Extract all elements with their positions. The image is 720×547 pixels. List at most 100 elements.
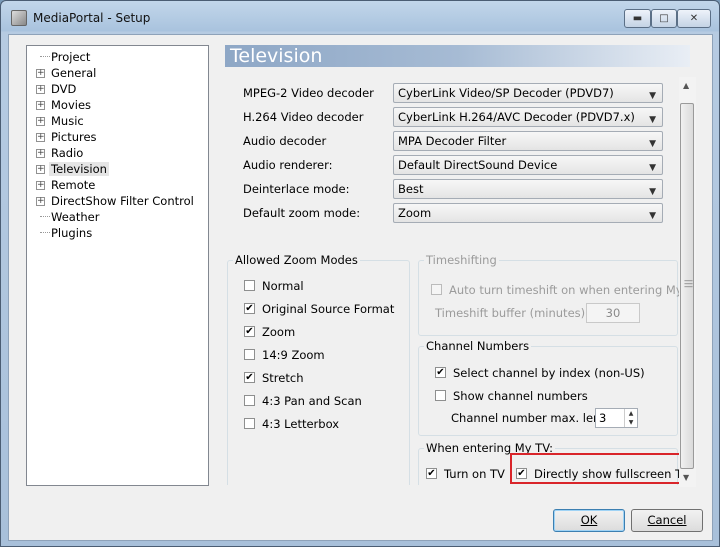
decoder-label: Audio renderer: — [243, 158, 333, 172]
decoder-select-value: CyberLink H.264/AVC Decoder (PDVD7.x) — [398, 110, 635, 124]
decoder-select[interactable]: CyberLink Video/SP Decoder (PDVD7) ▼ — [393, 83, 663, 103]
tree-item[interactable]: + Pictures — [27, 129, 208, 145]
timeshifting-group: Timeshifting Auto turn timeshift on when… — [418, 253, 691, 336]
tree-item[interactable]: Plugins — [27, 225, 208, 241]
tree-item[interactable]: + Remote — [27, 177, 208, 193]
zoom-mode-box — [244, 280, 255, 291]
tree-item-label: Pictures — [51, 130, 97, 144]
tree-item[interactable]: + Movies — [27, 97, 208, 113]
channel-max-length-spinner[interactable]: 3 ▲ ▼ — [595, 408, 638, 428]
section-title: Television — [225, 45, 690, 67]
tree-connector — [40, 232, 50, 233]
tree-item-label: Plugins — [51, 226, 93, 240]
zoom-mode-label: 14:9 Zoom — [262, 348, 325, 362]
dialog-client-area: Project + General + DVD + Movies + Music + Picture… — [8, 34, 713, 541]
minimize-icon: ▬ — [632, 13, 643, 24]
maximize-icon: □ — [659, 13, 669, 24]
window-title: MediaPortal - Setup — [33, 11, 151, 25]
expand-icon[interactable]: + — [36, 165, 45, 174]
tree-item-label: Radio — [51, 146, 84, 160]
chevron-down-icon: ▼ — [649, 139, 656, 149]
expand-icon[interactable]: + — [36, 197, 45, 206]
zoom-mode-box: ✔ — [244, 326, 255, 337]
expand-icon[interactable]: + — [36, 69, 45, 78]
chevron-down-icon: ▼ — [649, 187, 656, 197]
decoder-label: Default zoom mode: — [243, 206, 361, 220]
tree-item[interactable]: + General — [27, 65, 208, 81]
timeshift-buffer-input[interactable]: 30 — [586, 303, 640, 323]
decoder-label: MPEG-2 Video decoder — [243, 86, 374, 100]
expand-icon[interactable]: + — [36, 181, 45, 190]
close-button[interactable]: ✕ — [677, 9, 711, 28]
cancel-button[interactable]: Cancel — [631, 509, 703, 532]
title-bar[interactable]: MediaPortal - Setup ▬ □ ✕ — [1, 1, 719, 35]
timeshift-buffer-label: Timeshift buffer (minutes): — [435, 306, 589, 320]
chevron-down-icon: ▼ — [649, 163, 656, 173]
decoder-select-value: MPA Decoder Filter — [398, 134, 507, 148]
tree-item[interactable]: + DVD — [27, 81, 208, 97]
decoder-label: H.264 Video decoder — [243, 110, 364, 124]
highlight-box — [510, 453, 685, 484]
minimize-button[interactable]: ▬ — [624, 9, 651, 28]
show-channel-numbers-box — [435, 390, 446, 401]
show-channel-numbers-label: Show channel numbers — [453, 389, 588, 403]
app-icon — [11, 10, 27, 26]
tree-item[interactable]: + DirectShow Filter Control — [27, 193, 208, 209]
expand-icon[interactable]: + — [36, 117, 45, 126]
close-icon: ✕ — [689, 13, 699, 24]
zoom-modes-title: Allowed Zoom Modes — [233, 253, 360, 267]
expand-icon[interactable]: + — [36, 85, 45, 94]
decoder-select[interactable]: Zoom ▼ — [393, 203, 663, 223]
maximize-button[interactable]: □ — [651, 9, 677, 28]
spin-down-icon[interactable]: ▼ — [625, 418, 637, 427]
decoder-select-value: Zoom — [398, 206, 432, 220]
decoder-select[interactable]: MPA Decoder Filter ▼ — [393, 131, 663, 151]
turn-on-tv-box: ✔ — [426, 468, 437, 479]
tree-item-label: DirectShow Filter Control — [51, 194, 194, 208]
scroll-down-icon[interactable]: ▼ — [683, 473, 689, 482]
scroll-thumb[interactable]: — — — — [680, 103, 694, 469]
zoom-mode-label: Original Source Format — [262, 302, 395, 316]
zoom-mode-label: 4:3 Letterbox — [262, 417, 340, 431]
tree-item[interactable]: Weather — [27, 209, 208, 225]
ok-button[interactable]: OK — [553, 509, 625, 532]
zoom-mode-box — [244, 418, 255, 429]
cancel-label: Cancel — [647, 513, 687, 527]
channel-max-length-value: 3 — [599, 411, 607, 425]
zoom-mode-box: ✔ — [244, 303, 255, 314]
decoder-select-value: CyberLink Video/SP Decoder (PDVD7) — [398, 86, 614, 100]
auto-timeshift-box — [431, 284, 442, 295]
tree-item-label: General — [51, 66, 97, 80]
settings-tree[interactable]: Project + General + DVD + Movies + Music + Picture… — [26, 45, 209, 486]
settings-panel: Television MPEG-2 Video decoder CyberLink… — [225, 45, 691, 485]
tree-connector — [40, 216, 50, 217]
expand-icon[interactable]: + — [36, 101, 45, 110]
spin-up-icon[interactable]: ▲ — [625, 409, 637, 418]
scroll-up-icon[interactable]: ▲ — [683, 81, 689, 90]
tree-item[interactable]: Project — [27, 49, 208, 65]
decoder-select[interactable]: Best ▼ — [393, 179, 663, 199]
zoom-mode-label: Stretch — [262, 371, 304, 385]
chevron-down-icon: ▼ — [649, 115, 656, 125]
tree-connector — [40, 56, 50, 57]
expand-icon[interactable]: + — [36, 149, 45, 158]
spinner-buttons[interactable]: ▲ ▼ — [624, 409, 637, 427]
tree-item-label: Music — [51, 114, 84, 128]
tree-item-label: Project — [51, 50, 91, 64]
timeshifting-title: Timeshifting — [424, 253, 499, 267]
decoder-select-value: Default DirectSound Device — [398, 158, 558, 172]
zoom-mode-box — [244, 395, 255, 406]
zoom-modes-group: Allowed Zoom Modes Normal ✔ Original Sourc… — [227, 253, 410, 485]
decoder-label: Deinterlace mode: — [243, 182, 350, 196]
tree-item[interactable]: + Music — [27, 113, 208, 129]
decoder-select[interactable]: CyberLink H.264/AVC Decoder (PDVD7.x) ▼ — [393, 107, 663, 127]
zoom-mode-label: 4:3 Pan and Scan — [262, 394, 362, 408]
decoder-select[interactable]: Default DirectSound Device ▼ — [393, 155, 663, 175]
decoder-label: Audio decoder — [243, 134, 327, 148]
expand-icon[interactable]: + — [36, 133, 45, 142]
tree-item[interactable]: + Radio — [27, 145, 208, 161]
tree-item[interactable]: + Television — [27, 161, 208, 177]
tree-item-label: Remote — [51, 178, 96, 192]
vertical-scrollbar[interactable]: ▲ — — — ▼ — [679, 77, 696, 487]
auto-timeshift-label: Auto turn timeshift on when entering My … — [449, 283, 691, 297]
